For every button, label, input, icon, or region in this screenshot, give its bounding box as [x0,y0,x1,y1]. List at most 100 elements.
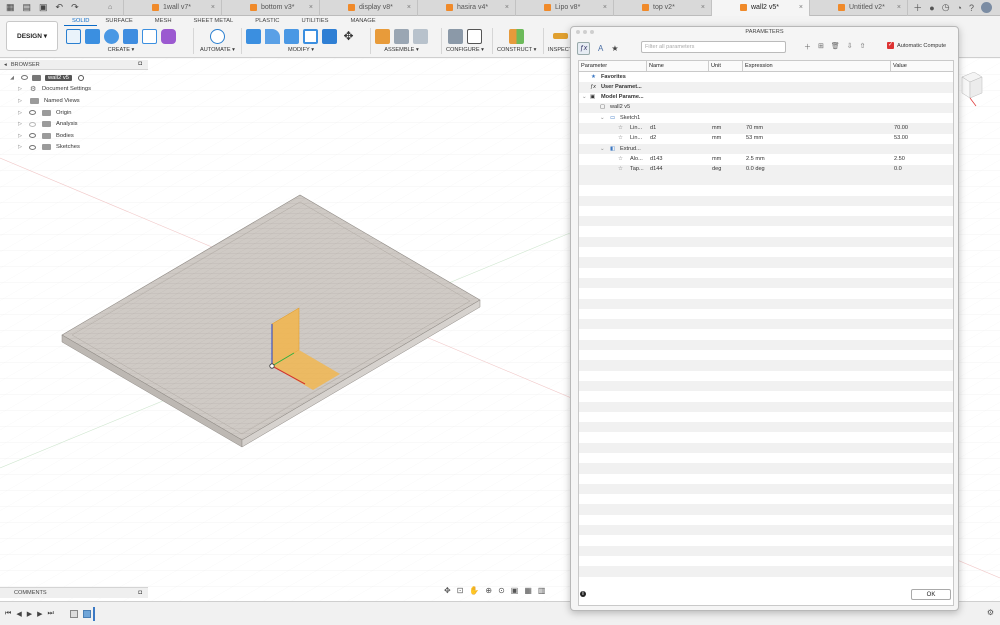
expand-arrow-icon[interactable]: ▷ [17,133,23,139]
pan-icon[interactable]: ✋ [469,586,479,595]
offset-plane-icon[interactable] [509,28,525,44]
text-filter-icon[interactable]: A [598,44,603,53]
look-at-icon[interactable]: ⊡ [457,586,464,595]
close-icon[interactable]: × [505,4,509,11]
redo-icon[interactable]: ↷ [71,2,79,13]
table-row[interactable]: ƒx User Paramet... [579,82,953,93]
sketch-dimension-icon[interactable] [142,28,157,44]
collapse-arrow-icon[interactable]: ⌄ [600,115,605,121]
step-back-icon[interactable]: ◀ [16,610,21,618]
avatar[interactable] [981,2,992,13]
tree-item-sketches[interactable]: ▷ Sketches [0,142,148,154]
press-pull-icon[interactable] [246,28,261,44]
import-icon[interactable]: ⇩ [847,42,853,52]
close-icon[interactable]: × [897,4,901,11]
ok-button[interactable]: OK [911,589,951,600]
tab-manage[interactable]: MANAGE [337,17,384,26]
notifications-icon[interactable]: ◔ [957,3,962,13]
shell-icon[interactable] [303,28,318,44]
expand-arrow-icon[interactable]: ▷ [17,86,23,92]
timeline-sketch-feature[interactable] [69,609,78,618]
table-row[interactable]: ☆ Tap... d144 deg 0.0 deg 0.0 [579,164,953,175]
modify-menu[interactable]: MODIFY ▾ [288,47,314,53]
orbit-icon[interactable]: ✥ [444,586,451,595]
home-tab[interactable]: ⌂ [102,0,124,16]
add-table-icon[interactable]: ⊞ [818,42,824,52]
document-tab[interactable]: hasira v4* × [418,0,516,16]
display-settings-icon[interactable]: ▣ [511,586,519,595]
column-header[interactable]: Unit [709,61,743,71]
undo-icon[interactable]: ↶ [56,2,64,13]
tab-surface[interactable]: SURFACE [97,17,140,26]
table-row[interactable]: ☆ Alo... d143 mm 2.5 mm 2.50 [579,154,953,164]
collapse-icon[interactable]: ◂ [4,62,7,68]
document-tab[interactable]: bottom v3* × [222,0,320,16]
pin-icon[interactable]: ◘ [138,590,142,596]
visibility-icon[interactable] [29,110,36,116]
column-header[interactable]: Value [891,61,953,71]
pin-icon[interactable]: ◘ [138,61,142,67]
document-tab[interactable]: display v8* × [320,0,418,16]
timeline-extrude-feature[interactable] [82,609,91,618]
tab-plastic[interactable]: PLASTIC [241,17,287,26]
configure-icon[interactable] [447,28,463,44]
tree-item-document-settings[interactable]: ▷ ⚙ Document Settings [0,84,148,96]
joint-icon[interactable] [394,28,409,44]
new-tab-icon[interactable]: ＋ [913,1,922,14]
fx-filter-icon[interactable]: ƒx [577,41,590,55]
visibility-icon[interactable] [21,75,28,81]
construct-menu[interactable]: CONSTRUCT ▾ [497,47,536,53]
comments-panel[interactable]: COMMENTS ◘ [0,587,148,598]
form-icon[interactable] [161,28,176,44]
viewcube[interactable] [958,72,984,108]
close-icon[interactable]: × [799,4,803,11]
workspace-switcher[interactable]: DESIGN ▾ [6,21,58,51]
expand-arrow-icon[interactable]: ▷ [17,98,23,104]
chamfer-icon[interactable] [284,28,299,44]
tab-utilities[interactable]: UTILITIES [287,17,336,26]
export-icon[interactable]: ⇧ [860,42,866,52]
table-row[interactable]: ☆ Lin... d1 mm 70 mm 70.00 [579,123,953,134]
extrude-icon[interactable] [85,28,100,44]
timeline-marker[interactable] [92,606,95,621]
tab-mesh[interactable]: MESH [141,17,180,26]
document-tab[interactable]: top v2* × [614,0,712,16]
grid-menu-icon[interactable]: ▦ [6,2,15,13]
delete-icon[interactable]: 🗑 [831,42,840,52]
help-icon[interactable]: ? [969,3,974,13]
table-row[interactable]: ★ Favorites [579,72,953,82]
column-header[interactable]: Name [647,61,709,71]
origin-point[interactable] [269,363,275,369]
favorites-filter-icon[interactable]: ★ [611,44,618,53]
favorite-star-icon[interactable]: ☆ [618,125,623,131]
cell-expression[interactable]: 53 mm [746,135,763,141]
favorite-star-icon[interactable]: ☆ [618,156,623,162]
step-forward-icon[interactable]: ▶ [37,610,42,618]
combine-icon[interactable] [322,28,337,44]
go-to-start-icon[interactable]: ⏮ [5,610,11,618]
collapse-arrow-icon[interactable]: ◢ [9,75,15,81]
move-icon[interactable]: ✥ [341,29,356,44]
close-icon[interactable]: × [603,4,607,11]
save-icon[interactable]: ▣ [39,2,48,13]
document-tab-active[interactable]: wall2 v5* × [712,0,810,16]
info-icon[interactable]: i [580,591,586,597]
tree-item-named-views[interactable]: ▷ Named Views [0,95,148,107]
inspect-menu[interactable]: INSPECT [548,47,572,53]
column-header[interactable]: Parameter [579,61,647,71]
tab-solid[interactable]: SOLID [64,17,98,26]
extensions-icon[interactable]: ● [929,3,934,13]
hole-icon[interactable] [123,28,138,44]
tree-item-analysis[interactable]: ▷ Analysis [0,118,148,130]
expand-arrow-icon[interactable]: ▷ [17,110,23,116]
grid-settings-icon[interactable]: ▦ [524,586,532,595]
new-sketch-icon[interactable] [66,28,81,44]
timeline-settings-gear-icon[interactable]: ⚙ [987,608,994,617]
tree-item-bodies[interactable]: ▷ Bodies [0,130,148,142]
table-row[interactable]: ⌄ ▭ Sketch1 [579,113,953,123]
file-menu-icon[interactable]: ▤ [23,2,32,13]
new-component-icon[interactable] [375,28,390,44]
table-row[interactable]: ▢ wall2 v5 [579,102,953,114]
visibility-icon[interactable] [29,144,36,150]
close-icon[interactable]: × [211,4,215,11]
